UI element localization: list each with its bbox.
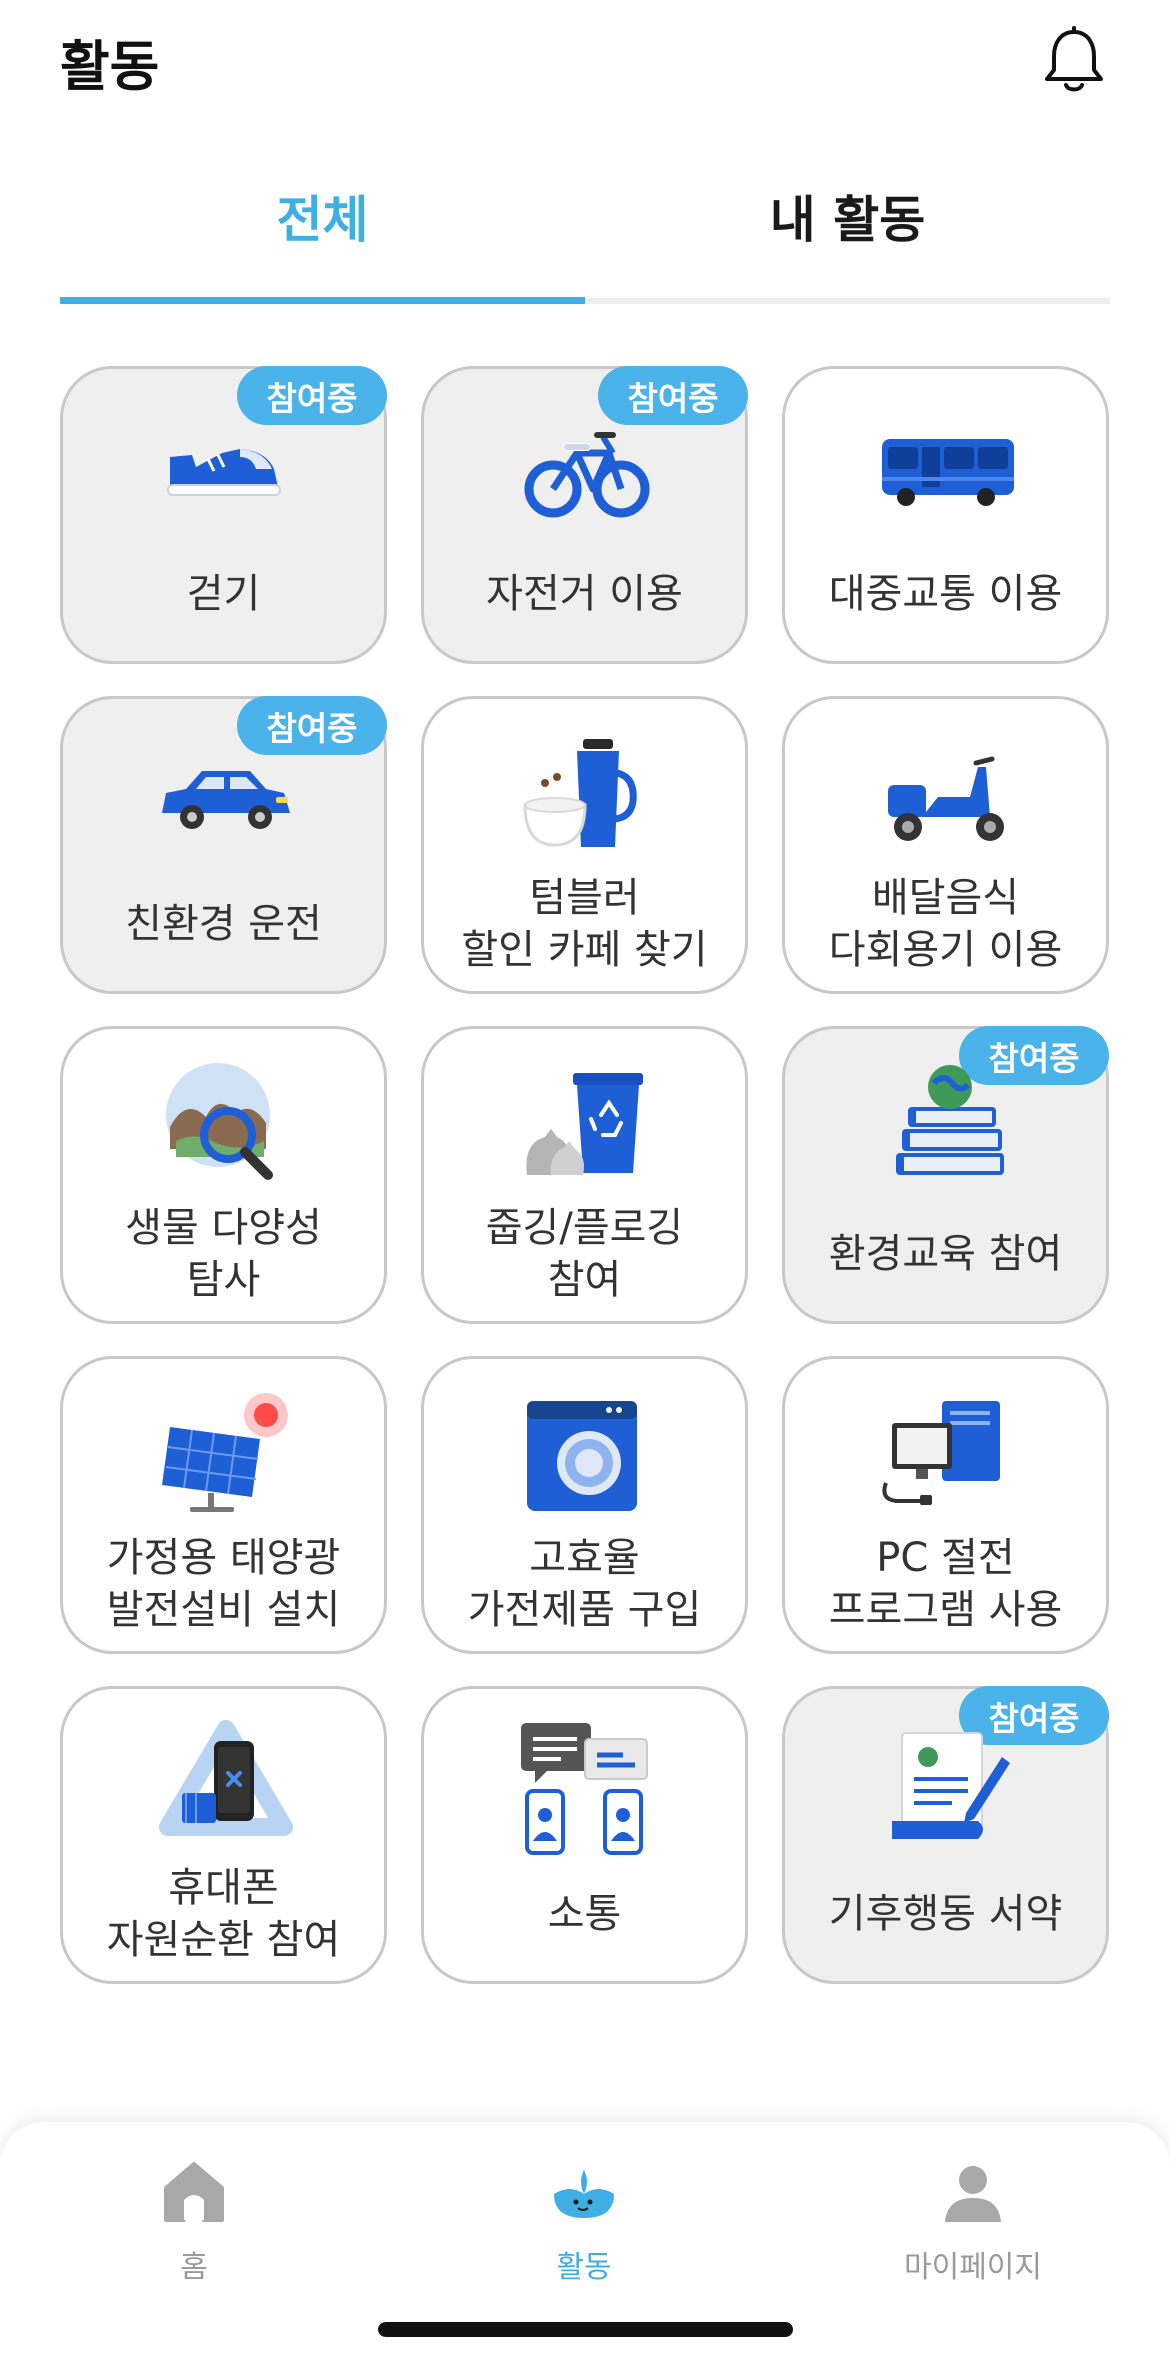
activity-label: 걷기 bbox=[186, 571, 261, 617]
magnifier-globe-icon bbox=[166, 1063, 273, 1180]
activity-card-communication[interactable]: 소통 bbox=[421, 1686, 748, 1984]
nav-activity[interactable]: 활동 bbox=[484, 2152, 684, 2292]
activity-label: 고효율 가전제품 구입 bbox=[467, 1535, 702, 1633]
computer-icon bbox=[882, 1401, 1000, 1505]
washing-machine-icon bbox=[527, 1401, 637, 1511]
nav-home-label: 홈 bbox=[180, 2250, 208, 2285]
activity-card-bicycle[interactable]: 참여중 자전거 이용 bbox=[421, 366, 748, 664]
bus-icon bbox=[882, 439, 1014, 506]
activity-label: 줍깅/플로깅 참여 bbox=[485, 1205, 684, 1303]
recycle-bin-icon bbox=[526, 1073, 643, 1175]
activity-card-public-transport[interactable]: 대중교통 이용 bbox=[782, 366, 1109, 664]
activity-label: 기후행동 서약 bbox=[828, 1891, 1063, 1937]
bicycle-icon bbox=[524, 432, 650, 518]
tab-all[interactable]: 전체 bbox=[60, 180, 585, 300]
activity-label: 배달음식 다회용기 이용 bbox=[828, 875, 1063, 973]
activity-card-plogging[interactable]: 줍깅/플로깅 참여 bbox=[421, 1026, 748, 1324]
tab-bar: 전체 내 활동 bbox=[60, 180, 1110, 307]
activity-card-environmental-education[interactable]: 참여중 환경교육 참여 bbox=[782, 1026, 1109, 1324]
books-globe-icon bbox=[896, 1065, 1004, 1175]
activity-card-delivery-container[interactable]: 배달음식 다회용기 이용 bbox=[782, 696, 1109, 994]
home-indicator bbox=[378, 2322, 793, 2337]
tab-my-activity[interactable]: 내 활동 bbox=[585, 180, 1110, 300]
activity-card-solar-panel[interactable]: 가정용 태양광 발전설비 설치 bbox=[60, 1356, 387, 1654]
nav-home[interactable]: 홈 bbox=[94, 2152, 294, 2292]
activity-label: 생물 다양성 탐사 bbox=[125, 1205, 322, 1303]
activity-card-climate-pledge[interactable]: 참여중 기후행동 서약 bbox=[782, 1686, 1109, 1984]
bell-icon[interactable] bbox=[1042, 26, 1106, 96]
activity-label: 가정용 태양광 발전설비 설치 bbox=[106, 1535, 341, 1633]
chat-people-icon bbox=[521, 1723, 648, 1855]
app-header: 활동 bbox=[0, 0, 1170, 120]
activity-page: 활동 전체 내 활동 참여중 걷기 참여중 자전거 이용 대중교통 이용 참여중… bbox=[0, 0, 1170, 2361]
activity-card-pc-power-saving[interactable]: PC 절전 프로그램 사용 bbox=[782, 1356, 1109, 1654]
activity-label: PC 절전 프로그램 사용 bbox=[828, 1535, 1063, 1633]
solar-panel-icon bbox=[162, 1393, 288, 1512]
activity-label: 환경교육 참여 bbox=[828, 1231, 1063, 1277]
tab-active-indicator bbox=[60, 297, 585, 304]
nav-mypage-label: 마이페이지 bbox=[904, 2250, 1042, 2285]
pledge-document-icon bbox=[892, 1732, 1010, 1839]
activity-card-walking[interactable]: 참여중 걷기 bbox=[60, 366, 387, 664]
tumbler-icon bbox=[523, 739, 637, 847]
phone-recycle-icon bbox=[159, 1720, 293, 1836]
nav-mypage[interactable]: 마이페이지 bbox=[873, 2152, 1073, 2292]
car-icon bbox=[162, 771, 290, 829]
activity-card-phone-recycling[interactable]: 휴대폰 자원순환 참여 bbox=[60, 1686, 387, 1984]
activity-label: 친환경 운전 bbox=[125, 901, 322, 947]
activity-card-eco-driving[interactable]: 참여중 친환경 운전 bbox=[60, 696, 387, 994]
shoe-icon bbox=[167, 449, 281, 496]
activity-card-biodiversity[interactable]: 생물 다양성 탐사 bbox=[60, 1026, 387, 1324]
activity-label: 휴대폰 자원순환 참여 bbox=[106, 1865, 341, 1963]
scooter-icon bbox=[888, 756, 1004, 841]
nav-activity-label: 활동 bbox=[556, 2250, 612, 2285]
page-title: 활동 bbox=[60, 35, 160, 98]
activity-label: 대중교통 이용 bbox=[828, 571, 1063, 617]
activity-label: 자전거 이용 bbox=[486, 571, 683, 617]
activity-card-efficient-appliance[interactable]: 고효율 가전제품 구입 bbox=[421, 1356, 748, 1654]
home-icon bbox=[164, 2162, 224, 2222]
person-icon bbox=[945, 2166, 1001, 2222]
activity-card-tumbler[interactable]: 텀블러 할인 카페 찾기 bbox=[421, 696, 748, 994]
activity-label: 소통 bbox=[547, 1891, 622, 1937]
activity-label: 텀블러 할인 카페 찾기 bbox=[461, 875, 708, 973]
activity-mascot-icon bbox=[554, 2170, 614, 2218]
